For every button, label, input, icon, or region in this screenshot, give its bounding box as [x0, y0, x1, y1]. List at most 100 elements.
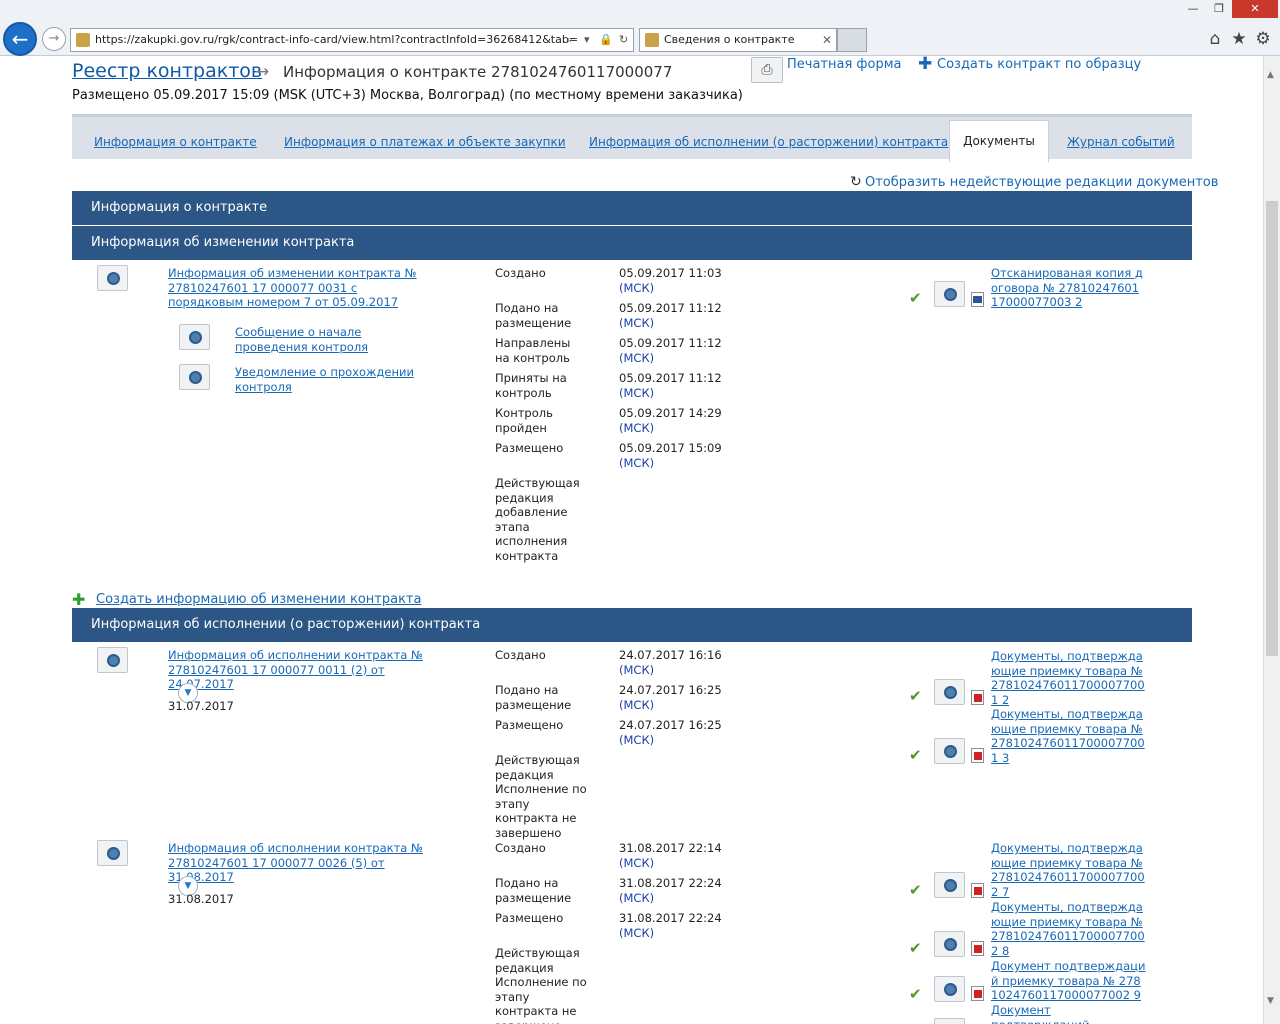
show-inactive-link[interactable]: Отобразить недействующие редакции докуме…: [865, 175, 1218, 190]
event-label: Размещено: [495, 441, 564, 455]
control-pass-link[interactable]: Уведомление о прохождении контроля: [235, 365, 420, 394]
check-icon: ✔: [909, 881, 922, 899]
seal-icon[interactable]: [934, 976, 965, 1002]
event-label: Контроль пройден: [495, 406, 553, 435]
event-label: Размещено: [495, 718, 564, 732]
event-tz: (МСК): [619, 351, 655, 365]
refresh-icon[interactable]: ↻: [619, 29, 628, 51]
section-contract-info: Информация о контракте: [72, 191, 1192, 225]
search-icon[interactable]: ⌕: [567, 29, 573, 51]
print-form-link[interactable]: Печатная форма: [787, 57, 902, 72]
control-start-link[interactable]: Сообщение о начале проведения контроля: [235, 325, 435, 354]
seal-icon[interactable]: [934, 679, 965, 705]
doc-link[interactable]: Документы, подтверждающие приемку товара…: [991, 900, 1146, 958]
tab-contract-info[interactable]: Информация о контракте: [94, 135, 257, 149]
event-date: 05.09.2017 11:12: [619, 301, 722, 315]
section-execution: Информация об исполнении (о расторжении)…: [72, 608, 1192, 642]
status-text: Действующая редакция Исполнение по этапу…: [495, 946, 587, 1024]
doc-link[interactable]: Документ подтверждаций: [991, 1003, 1146, 1024]
check-icon: ✔: [909, 746, 922, 764]
lock-icon[interactable]: 🔒: [599, 29, 613, 51]
seal-icon[interactable]: [934, 281, 965, 307]
close-tab-icon[interactable]: ✕: [822, 29, 832, 51]
event-tz: (МСК): [619, 421, 655, 435]
pdf-file-icon: [971, 690, 984, 705]
seal-icon[interactable]: [934, 872, 965, 898]
new-tab-button[interactable]: [837, 28, 867, 52]
doc-file-icon: [971, 292, 984, 307]
doc-link[interactable]: Документы, подтверждающие приемку товара…: [991, 649, 1146, 707]
site-emblem-icon: [76, 33, 90, 47]
breadcrumb-registry[interactable]: Реестр контрактов: [72, 60, 262, 82]
seal-icon[interactable]: [934, 1018, 965, 1024]
tab-journal[interactable]: Журнал событий: [1067, 135, 1175, 149]
scroll-up-icon[interactable]: ▲: [1267, 70, 1274, 80]
home-icon[interactable]: ⌂: [1204, 28, 1226, 50]
event-tz: (МСК): [619, 281, 655, 295]
seal-icon[interactable]: [934, 738, 965, 764]
event-date: 31.08.2017 22:14: [619, 841, 722, 855]
restore-button[interactable]: ❐: [1206, 0, 1232, 18]
tab-bar: Информация о контракте Информация о плат…: [72, 114, 1192, 162]
event-date: 05.09.2017 11:03: [619, 266, 722, 280]
check-icon: ✔: [909, 289, 922, 307]
doc-link[interactable]: Документы, подтверждающие приемку товара…: [991, 707, 1146, 765]
close-window-button[interactable]: ✕: [1232, 0, 1278, 18]
create-change-link[interactable]: Создать информацию об изменении контракт…: [96, 592, 421, 607]
event-date: 05.09.2017 15:09: [619, 441, 722, 455]
event-label: Подано на размещение: [495, 876, 572, 905]
doc-link[interactable]: Документы, подтверждающие приемку товара…: [991, 841, 1146, 899]
settings-icon[interactable]: ⚙: [1252, 28, 1274, 50]
dropdown-icon[interactable]: ▾: [584, 29, 590, 51]
tab-emblem-icon: [645, 33, 659, 47]
event-date: 05.09.2017 11:12: [619, 371, 722, 385]
tab-payments[interactable]: Информация о платежах и объекте закупки: [284, 135, 566, 149]
status-text: Действующая редакция добавление этапа ис…: [495, 476, 580, 563]
doc-link[interactable]: Отсканированая копия договора № 27810247…: [991, 266, 1146, 310]
event-label: Подано на размещение: [495, 301, 572, 330]
plus-green-icon: ✚: [72, 590, 86, 609]
seal-icon[interactable]: [97, 840, 128, 866]
pdf-file-icon: [971, 748, 984, 763]
printer-icon[interactable]: ⎙: [751, 57, 783, 83]
doc-link[interactable]: Документ подтверждаций приемку товара № …: [991, 959, 1146, 1003]
event-label: Подано на размещение: [495, 683, 572, 712]
plus-icon: ✚: [918, 56, 933, 74]
event-tz: (МСК): [619, 316, 655, 330]
seal-icon[interactable]: [97, 647, 128, 673]
execution-info-link[interactable]: Информация об исполнении контракта № 278…: [168, 648, 438, 692]
scroll-down-icon[interactable]: ▼: [1267, 996, 1274, 1006]
seal-icon[interactable]: [179, 364, 210, 390]
event-label: Размещено: [495, 911, 564, 925]
event-label: Создано: [495, 841, 546, 855]
tab-documents[interactable]: Документы: [949, 120, 1049, 162]
favorites-icon[interactable]: ★: [1228, 28, 1250, 50]
forward-button[interactable]: →: [42, 27, 66, 51]
browser-tab[interactable]: Сведения о контракте ✕: [639, 28, 837, 52]
check-icon: ✔: [909, 687, 922, 705]
minimize-button[interactable]: —: [1180, 0, 1206, 18]
scroll-thumb[interactable]: [1266, 201, 1278, 656]
execution-info-link[interactable]: Информация об исполнении контракта № 278…: [168, 841, 438, 885]
tab-execution[interactable]: Информация об исполнении (о расторжении)…: [589, 135, 948, 149]
event-tz: (МСК): [619, 856, 655, 870]
seal-icon[interactable]: [179, 324, 210, 350]
event-tz: (МСК): [619, 891, 655, 905]
seal-icon[interactable]: [97, 265, 128, 291]
event-date: 24.07.2017 16:16: [619, 648, 722, 662]
execution-date: 31.08.2017: [168, 892, 234, 906]
event-tz: (МСК): [619, 456, 655, 470]
event-tz: (МСК): [619, 663, 655, 677]
pdf-file-icon: [971, 883, 984, 898]
arrow-right-icon: →: [255, 62, 270, 82]
seal-icon[interactable]: [934, 931, 965, 957]
page-content: Реестр контрактов → Информация о контрак…: [0, 56, 1263, 1024]
pdf-file-icon: [971, 986, 984, 1001]
vertical-scrollbar[interactable]: ▲ ▼: [1263, 56, 1280, 1024]
create-contract-link[interactable]: Создать контракт по образцу: [937, 57, 1141, 72]
address-bar[interactable]: https://zakupki.gov.ru/rgk/contract-info…: [70, 28, 634, 52]
back-button[interactable]: ←: [3, 22, 37, 56]
event-date: 31.08.2017 22:24: [619, 911, 722, 925]
event-label: Направлены на контроль: [495, 336, 571, 365]
change-info-link[interactable]: Информация об изменении контракта № 2781…: [168, 266, 423, 310]
